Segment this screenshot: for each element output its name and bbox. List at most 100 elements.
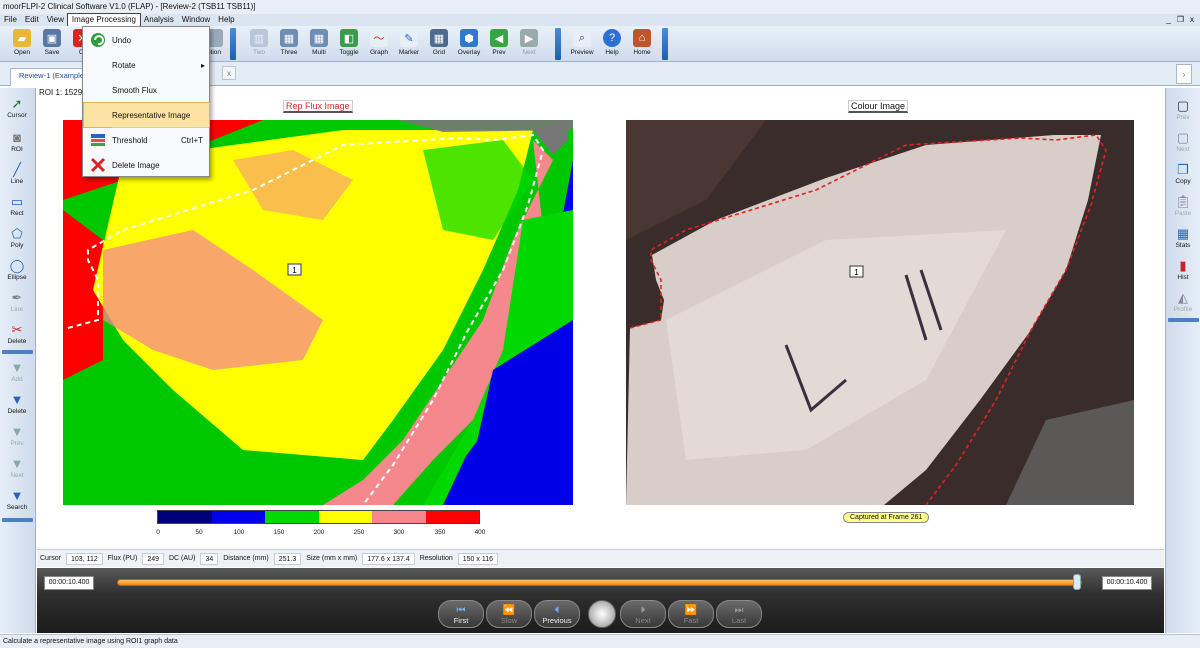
first-button[interactable]: ⏮ First [438, 600, 484, 628]
arrow-left-icon: ◀ [490, 29, 508, 47]
add-marker-tool[interactable]: ▼ Add [0, 358, 34, 384]
paste-tool[interactable]: 📋︎ Paste [1166, 192, 1200, 218]
status-bar: Calculate a representative image using R… [0, 634, 1200, 648]
next-roi-tool[interactable]: ▢ Next [1166, 128, 1200, 154]
menu-image-processing[interactable]: Image Processing [66, 13, 141, 27]
menu-edit[interactable]: Edit [21, 14, 43, 26]
stats-tool[interactable]: ▦ Stats [1166, 224, 1200, 250]
scale-band [211, 511, 265, 523]
scale-label: 350 [434, 529, 446, 536]
help-button[interactable]: ? Help [598, 28, 626, 60]
poly-tool[interactable]: ⬠ Poly [0, 224, 34, 250]
preview-button[interactable]: ⌕ Preview [568, 28, 596, 60]
roi-1-number: 1 [292, 266, 297, 275]
mdi-restore-button[interactable]: ❐ [1177, 14, 1184, 26]
toggle-button[interactable]: ◧ Toggle [335, 28, 363, 60]
open-button[interactable]: ▰ Open [8, 28, 36, 60]
menu-file[interactable]: File [0, 14, 21, 26]
fast-button[interactable]: ⏩ Fast [668, 600, 714, 628]
tab-close-button[interactable]: x [222, 66, 236, 80]
size-label: Size (mm x mm) [306, 555, 358, 562]
pen-icon: ✒ [11, 289, 23, 305]
previous-button[interactable]: ⏴ Previous [534, 600, 580, 628]
grid-button[interactable]: ▦ Grid [425, 28, 453, 60]
flux-label: Flux (PU) [107, 555, 138, 562]
toolbar-view-group: ▥ Two ▦ Three ▦ Multi ◧ Toggle 〜 Graph ✎ Marke… [245, 28, 543, 60]
paste-icon: 📋︎ [1174, 193, 1192, 209]
menu-item-delete-image[interactable]: Delete Image [84, 153, 209, 177]
title-bar: moorFLPI-2 Clinical Software V1.0 (FLAP)… [0, 0, 1200, 14]
line-tool[interactable]: ╱ Line [0, 160, 34, 186]
home-icon: ⌂ [633, 29, 651, 47]
colour-image-title: Colour Image [848, 100, 909, 113]
histogram-icon: ▮ [1179, 257, 1187, 273]
timeline-thumb[interactable] [1073, 574, 1082, 590]
toolbar-separator [230, 28, 236, 60]
next-marker-tool[interactable]: ▼ Next [0, 454, 34, 480]
polygon-icon: ⬠ [11, 225, 23, 241]
cursor-tool[interactable]: ➚ Cursor [0, 94, 34, 120]
menu-view[interactable]: View [43, 14, 68, 26]
scale-band [425, 511, 479, 523]
prev-marker-tool[interactable]: ▼ Prev [0, 422, 34, 448]
two-view-button[interactable]: ▥ Two [245, 28, 273, 60]
tab-scroll-button[interactable]: › [1176, 64, 1192, 84]
mdi-close-button[interactable]: x [1190, 14, 1194, 26]
profile-tool[interactable]: ◭ Profile [1166, 288, 1200, 314]
delete-roi-tool[interactable]: ✂ Delete [0, 320, 34, 346]
threshold-shortcut: Ctrl+T [181, 135, 203, 145]
dc-value: 34 [200, 552, 219, 565]
scale-label: 400 [474, 529, 486, 536]
representative-icon [84, 103, 112, 127]
mdi-controls: _ ❐ x [1166, 14, 1194, 26]
delete-marker-tool[interactable]: ▼ Delete [0, 390, 34, 416]
roi-label: ROI 1: 1529 [39, 88, 83, 97]
copy-tool[interactable]: ❐ Copy [1166, 160, 1200, 186]
save-button[interactable]: ▣ Save [38, 28, 66, 60]
next-frame-button[interactable]: ⏵ Next [620, 600, 666, 628]
funnel-add-icon: ▼ [10, 359, 24, 375]
prev-roi-tool[interactable]: ▢ Prev [1166, 96, 1200, 122]
menu-item-rotate[interactable]: Rotate ▸ [84, 53, 209, 77]
menu-item-smooth-flux[interactable]: Smooth Flux [84, 78, 209, 102]
graph-button[interactable]: 〜 Graph [365, 28, 393, 60]
last-button[interactable]: ⏭ Last [716, 600, 762, 628]
table-icon: ▦ [1176, 225, 1190, 241]
menu-help[interactable]: Help [214, 14, 238, 26]
menu-item-representative-image[interactable]: Representative Image [83, 102, 210, 128]
magnifier-icon: ⌕ [573, 29, 591, 47]
timeline-track[interactable] [117, 579, 1082, 586]
play-button[interactable] [588, 600, 616, 628]
roi-tool[interactable]: ◙ ROI [0, 128, 34, 154]
grid-icon: ▦ [430, 29, 448, 47]
graph-icon: 〜 [370, 29, 388, 47]
rect-tool[interactable]: ▭ Rect [0, 192, 34, 218]
ellipse-tool[interactable]: ◯ Ellipse [0, 256, 34, 282]
hist-tool[interactable]: ▮ Hist [1166, 256, 1200, 282]
time-start-field: 00:00:10.400 [44, 576, 94, 590]
frame-prev-icon: ▢ [1176, 97, 1190, 113]
three-view-button[interactable]: ▦ Three [275, 28, 303, 60]
search-tool[interactable]: ▼ Search [0, 486, 34, 512]
prev-button[interactable]: ◀ Prev [485, 28, 513, 60]
menu-analysis[interactable]: Analysis [140, 14, 178, 26]
playback-panel: 00:00:10.400 00:00:10.400 ⏮ First ⏪ Slow ⏴… [37, 568, 1164, 633]
multi-view-button[interactable]: ▦ Multi [305, 28, 333, 60]
flux-image[interactable]: 1 [63, 120, 573, 505]
toggle-icon: ◧ [340, 29, 358, 47]
scale-label: 100 [233, 529, 245, 536]
menu-item-undo[interactable]: Undo [84, 28, 209, 52]
home-button[interactable]: ⌂ Home [628, 28, 656, 60]
line-roi-tool[interactable]: ✒ Line [0, 288, 34, 314]
funnel-search-icon: ▼ [10, 487, 24, 503]
menu-item-threshold[interactable]: Threshold Ctrl+T [84, 128, 209, 152]
multi-panel-icon: ▦ [310, 29, 328, 47]
marker-button[interactable]: ✎ Marker [395, 28, 423, 60]
next-button[interactable]: ▶ Next [515, 28, 543, 60]
menu-window[interactable]: Window [178, 14, 214, 26]
colour-image[interactable]: 1 [626, 120, 1134, 505]
mdi-minimize-button[interactable]: _ [1166, 14, 1170, 26]
slow-button[interactable]: ⏪ Slow [486, 600, 532, 628]
resolution-label: Resolution [419, 555, 453, 562]
overlay-button[interactable]: ⬢ Overlay [455, 28, 483, 60]
